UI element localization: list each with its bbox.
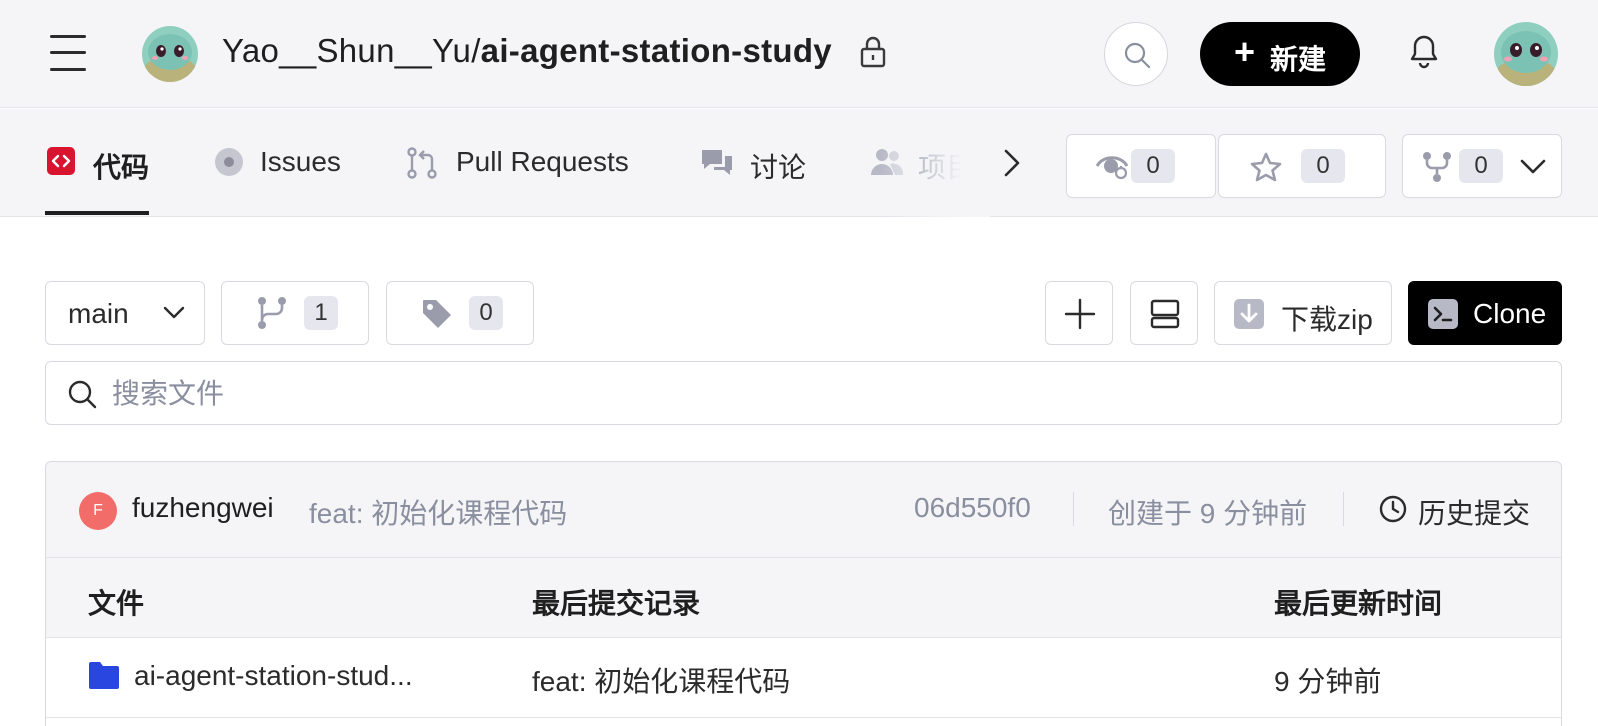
watch-count: 0: [1131, 149, 1175, 183]
star-count: 0: [1301, 149, 1345, 183]
branches-button[interactable]: 1: [221, 281, 369, 345]
download-zip-button[interactable]: 下载zip: [1214, 281, 1392, 345]
column-header-last-commit: 最后提交记录: [532, 588, 701, 619]
branch-select[interactable]: main: [45, 281, 205, 345]
repo-title[interactable]: Yao__Shun__Yu/ai-agent-station-study: [222, 32, 832, 70]
plus-icon: +: [1234, 31, 1256, 72]
commit-history-label: 历史提交: [1418, 498, 1531, 529]
star-button[interactable]: 0: [1218, 134, 1386, 198]
monitor-icon: [1150, 299, 1180, 329]
divider: [1073, 492, 1074, 526]
plus-icon: [1064, 298, 1096, 330]
pull-request-icon: [407, 147, 437, 179]
repo-name[interactable]: ai-agent-station-study: [481, 32, 832, 69]
tab-issues[interactable]: Issues: [214, 109, 354, 217]
clock-icon: [1379, 495, 1407, 523]
add-file-button[interactable]: [1045, 281, 1113, 345]
file-updated-time: 9 分钟前: [1274, 666, 1382, 697]
watch-icon: [1095, 156, 1129, 180]
table-row[interactable]: ai-agent-station-stud... feat: 初始化课程代码 9…: [46, 638, 1561, 718]
tab-discussion[interactable]: 讨论: [700, 109, 810, 217]
open-ide-button[interactable]: [1130, 281, 1198, 345]
fork-button[interactable]: 0: [1402, 134, 1562, 198]
file-name[interactable]: ai-agent-station-stud...: [134, 660, 413, 692]
clone-button[interactable]: Clone: [1408, 281, 1562, 345]
watch-button[interactable]: 0: [1066, 134, 1216, 198]
column-header-file: 文件: [88, 588, 145, 619]
commit-author[interactable]: fuzhengwei: [132, 492, 274, 524]
commit-time: 创建于 9 分钟前: [1108, 498, 1308, 529]
search-icon: [68, 380, 97, 409]
tab-code[interactable]: 代码: [45, 109, 155, 217]
repo-owner[interactable]: Yao__Shun__Yu/: [222, 32, 481, 69]
issues-icon: [215, 148, 243, 176]
lock-icon: [860, 36, 886, 68]
fork-count: 0: [1459, 149, 1503, 183]
latest-commit-bar: F fuzhengwei feat: 初始化课程代码 06d550f0 创建于 …: [46, 462, 1561, 558]
file-table-header: 文件 最后提交记录 最后更新时间: [46, 558, 1561, 638]
tags-count: 0: [469, 296, 503, 330]
tab-project[interactable]: 项目: [870, 109, 990, 217]
discussion-icon: [702, 150, 732, 175]
commit-message[interactable]: feat: 初始化课程代码: [309, 492, 567, 532]
code-icon: [47, 147, 75, 175]
chevron-right-icon[interactable]: [996, 147, 1026, 179]
tags-button[interactable]: 0: [386, 281, 534, 345]
new-button-label: 新建: [1270, 44, 1327, 75]
active-tab-indicator: [45, 211, 149, 215]
tab-project-label: 项目: [918, 152, 975, 183]
bell-icon[interactable]: [1408, 34, 1440, 70]
tab-pull-requests[interactable]: Pull Requests: [406, 109, 646, 217]
clone-label: Clone: [1473, 298, 1547, 329]
commit-hash[interactable]: 06d550f0: [914, 492, 1031, 524]
menu-icon[interactable]: [50, 34, 88, 72]
tab-code-label: 代码: [93, 152, 150, 183]
author-avatar[interactable]: F: [79, 492, 117, 530]
file-search-input[interactable]: [112, 372, 1532, 416]
divider: [1343, 492, 1344, 526]
file-browser-panel: F fuzhengwei feat: 初始化课程代码 06d550f0 创建于 …: [45, 461, 1562, 726]
top-header: Yao__Shun__Yu/ai-agent-station-study + 新…: [0, 0, 1598, 108]
terminal-icon: [1428, 299, 1458, 329]
chevron-down-icon: [163, 306, 185, 319]
file-last-commit[interactable]: feat: 初始化课程代码: [532, 660, 790, 700]
tab-pull-requests-label: Pull Requests: [456, 146, 629, 177]
tab-issues-label: Issues: [260, 146, 341, 177]
column-header-updated: 最后更新时间: [1274, 588, 1443, 619]
project-icon: [871, 149, 904, 175]
download-icon: [1234, 299, 1264, 329]
repo-avatar[interactable]: [142, 26, 198, 82]
folder-icon: [89, 662, 119, 689]
chevron-down-icon[interactable]: [1519, 157, 1547, 177]
star-icon: [1250, 152, 1282, 182]
file-search[interactable]: [45, 361, 1562, 425]
branch-icon: [258, 297, 286, 329]
search-icon: [1124, 42, 1151, 69]
branches-count: 1: [304, 296, 338, 330]
new-button[interactable]: + 新建: [1200, 22, 1360, 86]
user-avatar[interactable]: [1494, 22, 1558, 86]
global-search-button[interactable]: [1104, 22, 1168, 86]
tab-discussion-label: 讨论: [750, 152, 807, 183]
fork-icon: [1423, 152, 1451, 182]
download-zip-label: 下载zip: [1281, 304, 1373, 335]
branch-select-value: main: [68, 298, 129, 329]
tag-icon: [423, 300, 451, 328]
